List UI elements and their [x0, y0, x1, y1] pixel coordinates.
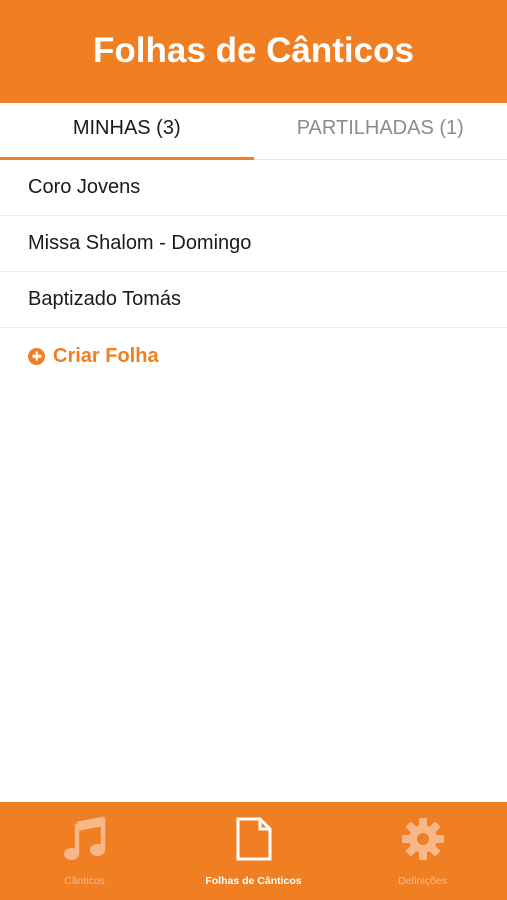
sheet-name: Baptizado Tomás [28, 288, 182, 310]
list-item[interactable]: Coro Jovens [0, 160, 507, 216]
sheet-name: Coro Jovens [28, 176, 141, 198]
create-sheet-button[interactable]: Criar Folha [0, 328, 507, 384]
nav-label-sheets: Folhas de Cânticos [205, 875, 302, 887]
nav-item-sheets[interactable]: Folhas de Cânticos [169, 802, 338, 900]
document-icon [231, 816, 277, 862]
tab-shared-label: PARTILHADAS (1) [296, 116, 464, 139]
sheet-name: Missa Shalom - Domingo [28, 232, 252, 254]
bottom-nav: Cânticos Folhas de Cânticos Definições [0, 802, 507, 900]
nav-item-songs[interactable]: Cânticos [0, 802, 169, 900]
list-item[interactable]: Baptizado Tomás [0, 272, 507, 328]
create-sheet-label: Criar Folha [53, 344, 159, 367]
tab-mine[interactable]: MINHAS (3) [0, 103, 254, 160]
tab-bar: MINHAS (3) PARTILHADAS (1) [0, 103, 507, 160]
plus-circle-icon [28, 347, 45, 365]
sheet-list: Coro Jovens Missa Shalom - Domingo Bapti… [0, 160, 507, 384]
music-note-icon [62, 816, 108, 862]
app-header: Folhas de Cânticos [0, 0, 507, 103]
page-title: Folhas de Cânticos [93, 30, 414, 70]
tab-shared[interactable]: PARTILHADAS (1) [254, 103, 507, 159]
nav-label-songs: Cânticos [64, 875, 105, 887]
gear-icon [400, 816, 446, 862]
nav-label-settings: Definições [397, 875, 448, 887]
nav-item-settings[interactable]: Definições [338, 802, 507, 900]
list-item[interactable]: Missa Shalom - Domingo [0, 216, 507, 272]
tab-mine-label: MINHAS (3) [72, 116, 181, 139]
